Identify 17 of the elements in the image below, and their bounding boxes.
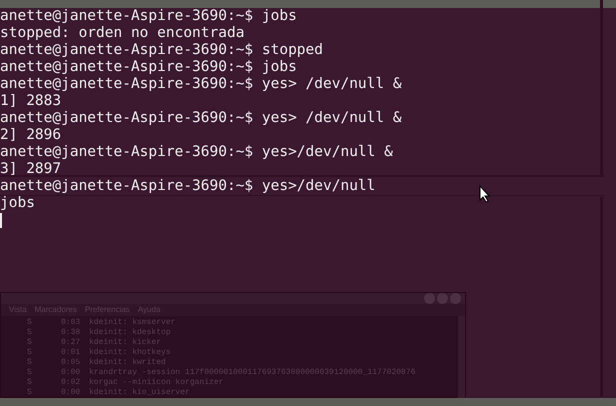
terminal-line: anette@janette-Aspire-3690:~$ jobs	[0, 8, 297, 24]
close-button[interactable]	[450, 293, 461, 304]
terminal-line: anette@janette-Aspire-3690:~$ jobs	[0, 59, 297, 75]
scrollbar[interactable]	[458, 316, 465, 398]
terminal-line: anette@janette-Aspire-3690:~$ yes>/dev/null &	[0, 144, 393, 160]
mouse-pointer-icon	[479, 185, 490, 203]
terminal-line: 1] 2883	[0, 93, 62, 109]
maximize-button[interactable]	[437, 293, 448, 304]
minimize-button[interactable]	[424, 293, 435, 304]
terminal-line: anette@janette-Aspire-3690:~$ yes> /dev/null &	[0, 110, 402, 126]
terminal-line: 2] 2896	[0, 127, 62, 143]
terminal-line: stopped: orden no encontrada	[0, 25, 244, 41]
terminal-line: anette@janette-Aspire-3690:~$ yes>/dev/null	[0, 178, 376, 194]
terminal-line: 3] 2897	[0, 161, 62, 177]
terminal-line: jobs	[0, 195, 35, 211]
terminal-line: anette@janette-Aspire-3690:~$ stopped	[0, 42, 324, 58]
terminal-line: anette@janette-Aspire-3690:~$ yes> /dev/null &	[0, 76, 402, 92]
